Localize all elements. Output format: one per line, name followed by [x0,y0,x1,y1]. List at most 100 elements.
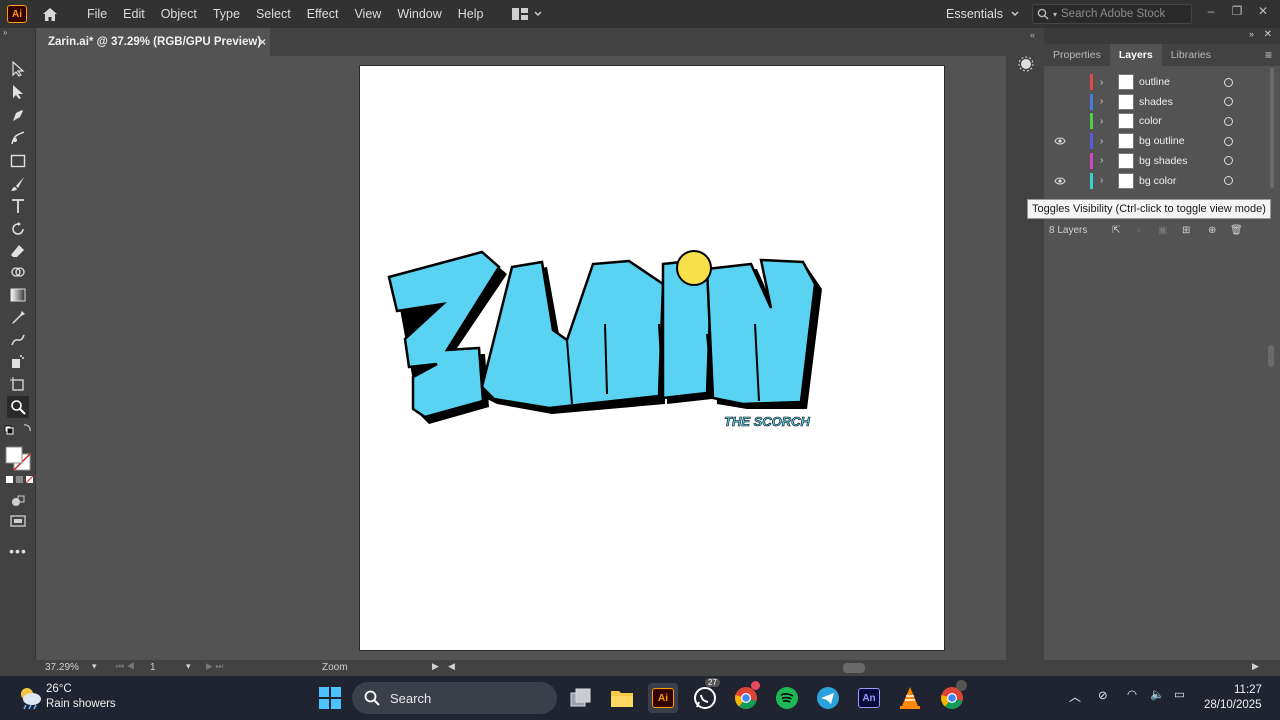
layer-target-icon[interactable] [1224,77,1233,87]
screen-mode-icon[interactable] [7,510,29,532]
tab-layers[interactable]: Layers [1109,44,1162,66]
default-colors-icon[interactable] [4,422,32,436]
arrange-documents-button[interactable] [511,8,542,20]
wifi-icon[interactable]: ◠ [1127,687,1137,701]
graffiti-artwork[interactable]: THE SCORCH [360,66,946,652]
start-button[interactable] [315,683,345,713]
document-tab[interactable]: Zarin.ai* @ 37.29% (RGB/GPU Preview) × [36,28,270,56]
chevron-right-icon[interactable]: › [1100,155,1103,166]
eyedropper-tool-icon[interactable] [7,307,29,329]
spotify-icon[interactable] [772,683,802,713]
color-mode-icons[interactable] [4,474,34,486]
zoom-dropdown-icon[interactable]: ▾ [92,661,97,672]
direct-selection-tool-icon[interactable] [7,81,29,103]
artboard-number[interactable]: 1 [150,662,156,673]
close-document-icon[interactable]: × [259,35,266,49]
layer-name[interactable]: shades [1139,96,1173,108]
chrome-icon[interactable] [731,681,761,713]
eraser-tool-icon[interactable] [7,240,29,262]
zoom-level[interactable]: 37.29% [45,662,79,673]
visibility-toggle[interactable] [1054,97,1066,107]
more-tools-icon[interactable]: ••• [7,540,29,562]
taskbar-search[interactable]: Search [352,682,557,714]
expand-panels-icon[interactable]: « [1030,30,1035,40]
eye-icon[interactable] [1054,176,1066,186]
whatsapp-icon[interactable]: 27 [690,678,720,713]
menu-select[interactable]: Select [248,0,299,28]
artboard[interactable]: THE SCORCH [359,65,945,651]
menu-view[interactable]: View [346,0,389,28]
adobe-stock-search[interactable]: ▾ Search Adobe Stock [1032,4,1192,24]
horizontal-scrollbar[interactable] [843,663,865,673]
chrome-profile-icon[interactable] [937,680,967,713]
gradient-tool-icon[interactable] [7,284,29,306]
layer-target-icon[interactable] [1224,97,1233,107]
vertical-scrollbar[interactable] [1268,345,1274,367]
layer-target-icon[interactable] [1224,116,1233,126]
visibility-toggle[interactable] [1054,116,1066,126]
illustrator-taskbar-icon[interactable]: Ai [648,683,678,713]
layer-row[interactable]: › shades [1044,92,1266,112]
layer-row[interactable]: › outline [1044,72,1266,92]
menu-file[interactable]: File [79,0,115,28]
workspace-switcher[interactable]: Essentials [946,0,1019,28]
layer-target-icon[interactable] [1224,156,1233,166]
menu-help[interactable]: Help [450,0,492,28]
chevron-right-icon[interactable]: › [1100,136,1103,147]
vlc-icon[interactable] [895,683,925,713]
rotate-tool-icon[interactable] [7,218,29,240]
layer-row[interactable]: › bg shades [1044,151,1266,171]
tab-libraries[interactable]: Libraries [1162,44,1220,66]
shape-builder-tool-icon[interactable] [7,262,29,284]
delete-layer-icon[interactable]: 🗑 [1230,225,1243,236]
chevron-right-icon[interactable]: › [1100,175,1103,186]
telegram-icon[interactable] [813,683,843,713]
properties-dock-icon[interactable] [1016,54,1036,74]
clock-date[interactable]: 28/10/2025 [1204,699,1262,711]
artboard-dropdown-icon[interactable]: ▾ [186,661,191,672]
animate-icon[interactable]: An [854,683,884,713]
menu-edit[interactable]: Edit [115,0,153,28]
minimize-button[interactable]: – [1198,0,1224,22]
symbol-sprayer-tool-icon[interactable] [7,351,29,373]
layer-row[interactable]: › bg outline [1044,131,1266,151]
weather-icon[interactable] [16,683,44,711]
layer-row[interactable]: › color [1044,111,1266,131]
type-tool-icon[interactable] [7,195,29,217]
scroll-right-icon[interactable]: ▶ [1252,661,1259,672]
chevron-right-icon[interactable]: › [1100,96,1103,107]
file-explorer-icon[interactable] [607,683,637,713]
chevron-right-icon[interactable]: › [1100,116,1103,127]
visibility-toggle[interactable] [1054,156,1066,166]
home-icon[interactable] [41,5,59,23]
zoom-tool-icon[interactable] [7,396,29,418]
show-hidden-icons[interactable]: ︿ [1069,688,1081,705]
blend-tool-icon[interactable] [7,329,29,351]
volume-icon[interactable]: 🔈 [1150,687,1164,701]
menu-effect[interactable]: Effect [299,0,347,28]
close-panel-icon[interactable]: ✕ [1264,29,1272,40]
menu-window[interactable]: Window [389,0,449,28]
tab-properties[interactable]: Properties [1044,44,1110,66]
status-menu-icon[interactable]: ▶ [432,661,439,672]
battery-icon[interactable]: ▭ [1174,687,1185,701]
clock-time[interactable]: 11:27 [1234,684,1262,696]
close-window-button[interactable]: ✕ [1250,0,1276,22]
pen-tool-icon[interactable] [7,104,29,126]
chevron-right-icon[interactable]: › [1100,77,1103,88]
export-layer-icon[interactable]: ⇱ [1112,225,1120,236]
selection-tool-icon[interactable] [7,58,29,80]
rectangle-tool-icon[interactable] [7,150,29,172]
layer-target-icon[interactable] [1224,176,1233,185]
layer-row[interactable]: › bg color [1044,171,1266,191]
visibility-toggle[interactable] [1054,77,1066,87]
fill-stroke-swatch[interactable] [4,446,34,472]
layer-name[interactable]: outline [1139,76,1170,88]
layer-target-icon[interactable] [1224,136,1233,146]
eye-icon[interactable] [1054,136,1066,146]
layers-scrollbar[interactable] [1270,68,1274,188]
layer-name[interactable]: bg color [1139,175,1176,187]
drawing-mode-icon[interactable] [7,490,29,512]
network-off-icon[interactable]: ⊘ [1098,688,1108,702]
layer-name[interactable]: color [1139,115,1162,127]
